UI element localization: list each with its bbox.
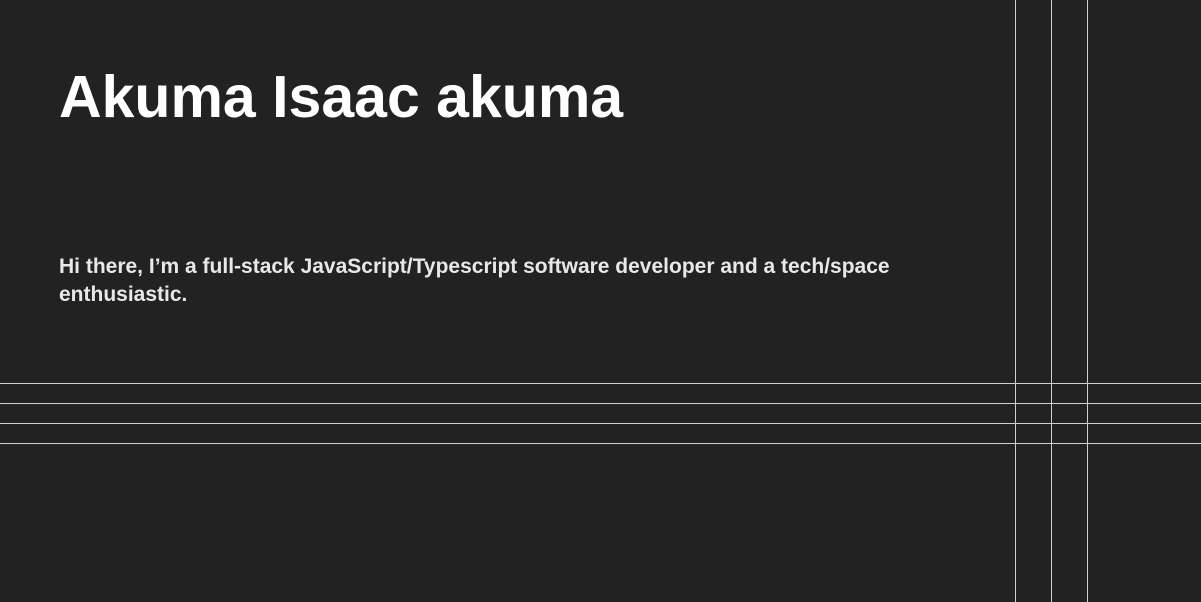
grid-line-horizontal <box>0 443 1201 444</box>
grid-line-horizontal <box>0 403 1201 404</box>
social-card: Akuma Isaac akuma Hi there, I’m a full-s… <box>0 0 1201 602</box>
grid-line-horizontal <box>0 423 1201 424</box>
profile-bio: Hi there, I’m a full-stack JavaScript/Ty… <box>59 255 890 306</box>
grid-line-vertical <box>1015 0 1016 602</box>
grid-line-vertical <box>1087 0 1088 602</box>
profile-name: Akuma Isaac akuma <box>59 64 624 130</box>
grid-line-vertical <box>1051 0 1052 602</box>
grid-line-horizontal <box>0 383 1201 384</box>
